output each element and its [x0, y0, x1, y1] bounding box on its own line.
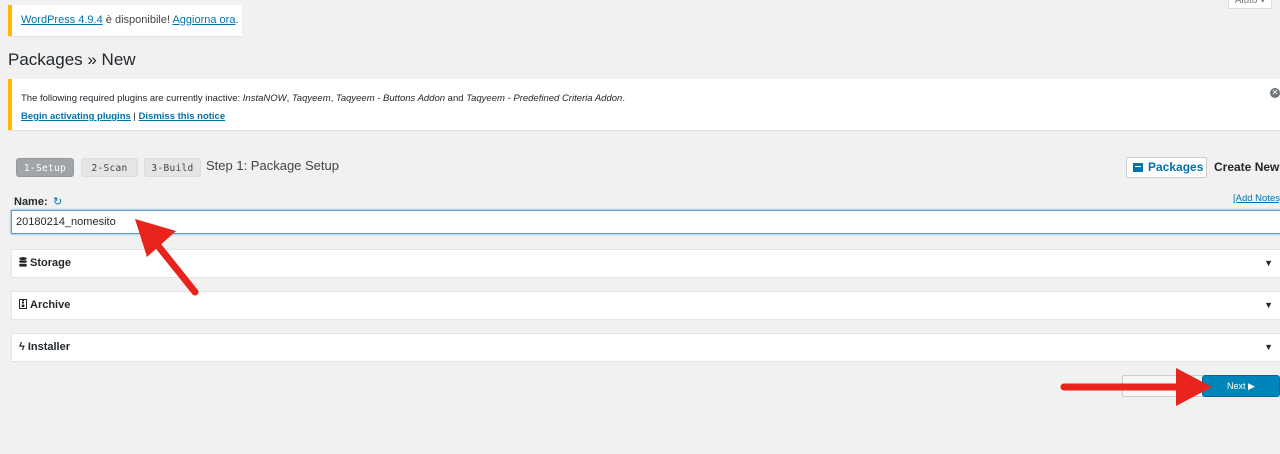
create-new-label: Create New: [1214, 160, 1280, 174]
help-tab[interactable]: Aiuto ▾: [1228, 0, 1272, 9]
plugin-name: Taqyeem - Buttons Addon: [335, 93, 446, 104]
add-notes-link[interactable]: [Add Notes]: [1233, 193, 1280, 204]
plugin-name: Taqyeem - Predefined Criteria Addon: [466, 93, 623, 104]
storage-panel[interactable]: Storage ▼: [11, 249, 1280, 278]
plugin-name: Taqyeem: [291, 93, 331, 104]
file-archive-icon: [19, 299, 27, 309]
caret-down-icon[interactable]: ▼: [1264, 342, 1273, 352]
plugins-notice: The following required plugins are curre…: [8, 79, 1280, 130]
bolt-icon: ϟ: [19, 341, 25, 353]
database-icon: [19, 257, 27, 267]
caret-down-icon[interactable]: ▼: [1264, 300, 1273, 310]
archive-panel[interactable]: Archive ▼: [11, 291, 1280, 320]
step-3-build[interactable]: 3-Build: [144, 158, 201, 177]
caret-down-icon[interactable]: ▼: [1264, 258, 1273, 268]
page-title: Packages » New: [8, 50, 136, 69]
step-1-setup[interactable]: 1-Setup: [16, 158, 74, 177]
plugin-name: InstaNOW: [242, 93, 287, 104]
wordpress-version-link[interactable]: WordPress 4.9.4: [21, 14, 103, 26]
dismiss-notice-link[interactable]: Dismiss this notice: [139, 111, 226, 122]
storage-panel-title: Storage: [19, 257, 71, 269]
packages-label: Packages: [1148, 160, 1204, 174]
installer-panel-title: ϟ Installer: [19, 341, 71, 353]
name-label: Name:: [14, 196, 48, 208]
refresh-icon[interactable]: ↻: [53, 195, 62, 208]
step-2-scan[interactable]: 2-Scan: [81, 158, 138, 177]
update-notice-end: .: [235, 14, 239, 26]
plugins-notice-message: The following required plugins are curre…: [21, 93, 625, 104]
archive-panel-title: Archive: [19, 299, 70, 311]
link-divider: |: [130, 111, 139, 122]
next-button[interactable]: Next ▶: [1202, 375, 1280, 397]
plugins-notice-actions: Begin activating plugins | Dismiss this …: [21, 111, 225, 122]
update-now-link[interactable]: Aggiorna ora: [172, 14, 235, 26]
reset-button[interactable]: [1122, 375, 1204, 397]
package-name-input[interactable]: [11, 210, 1280, 234]
update-notice-text: è disponibile!: [102, 14, 173, 26]
package-icon: [1133, 163, 1143, 172]
begin-activating-link[interactable]: Begin activating plugins: [21, 111, 131, 122]
installer-panel[interactable]: ϟ Installer ▼: [11, 333, 1280, 362]
dismiss-icon[interactable]: ✕: [1270, 88, 1280, 98]
step-title: Step 1: Package Setup: [206, 158, 339, 173]
packages-button[interactable]: Packages: [1126, 157, 1207, 178]
update-notice: WordPress 4.9.4 è disponibile! Aggiorna …: [8, 5, 242, 36]
